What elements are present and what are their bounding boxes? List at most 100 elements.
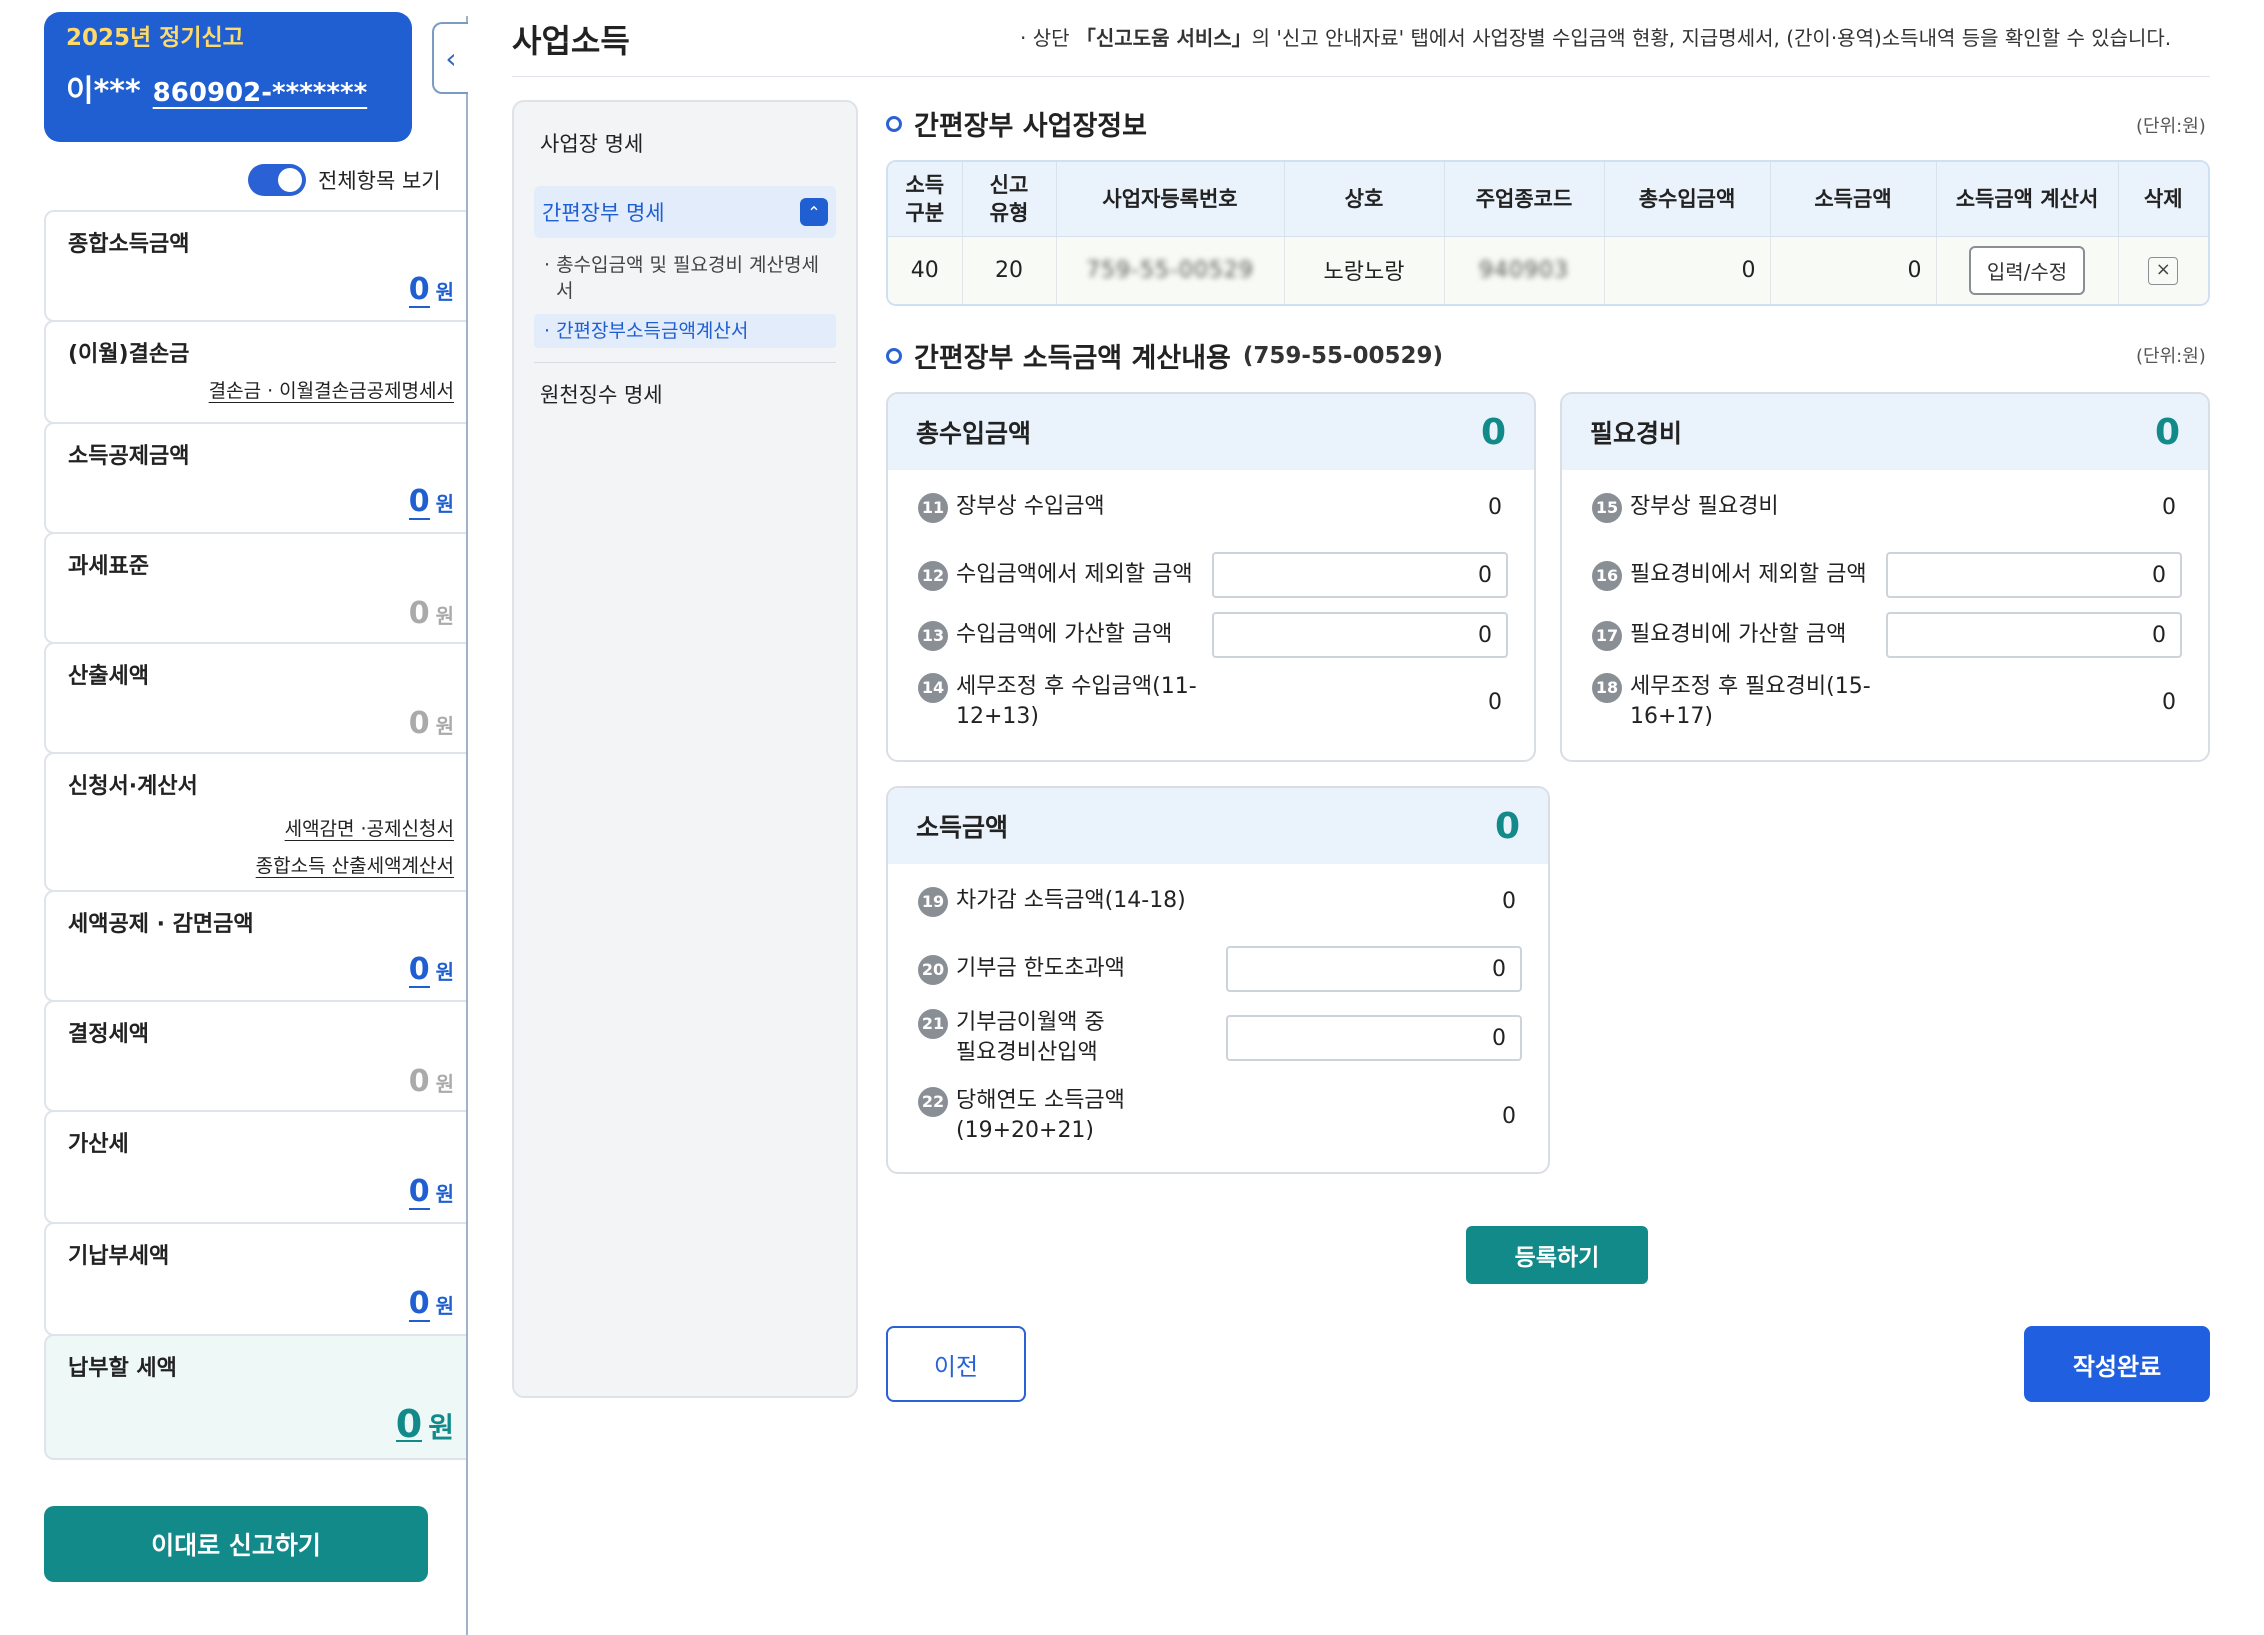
calc-row: 15 장부상 필요경비 0 (1592, 492, 2182, 523)
expense-exclusion-input[interactable] (1886, 552, 2182, 598)
col-header: 주업종코드 (1444, 162, 1605, 236)
summary-item-tax-credit: 세액공제 · 감면금액 0원 (44, 890, 468, 1002)
summary-item-calculated-tax: 산출세액 0원 (44, 642, 468, 754)
summary-value: 0원 (408, 596, 454, 631)
expense-card: 필요경비 0 15장부상 필요경비 0 16필요경비에서 제외할 금액 17필요… (1560, 392, 2210, 762)
calc-row: 16 필요경비에서 제외할 금액 (1592, 552, 2182, 598)
calc-row: 11 장부상 수입금액 0 (918, 492, 1508, 523)
summary-label: 신청서·계산서 (68, 774, 198, 799)
close-icon[interactable]: × (2148, 256, 2179, 285)
top-notice: · 상단 「신고도움 서비스」의 '신고 안내자료' 탭에서 사업장별 수입금액… (1020, 26, 2172, 50)
section-bullet-icon (886, 347, 902, 364)
card-title: 필요경비 (1590, 419, 1683, 448)
summary-value[interactable]: 0원 (395, 1405, 454, 1446)
summary-sidebar: 2025년 정기신고 이*** 860902-******* 전체항목 보기 종… (44, 12, 468, 1635)
col-header: 소득 구분 (888, 162, 963, 236)
edit-button[interactable]: 입력/수정 (1968, 245, 2086, 295)
nav-simple-ledger[interactable]: 간편장부 명세 ⌃ (534, 186, 836, 238)
nav-business-details[interactable]: 사업장 명세 (534, 120, 836, 166)
summary-item-tax-base: 과세표준 0원 (44, 532, 468, 644)
show-all-toggle-row[interactable]: 전체항목 보기 (248, 164, 441, 196)
summary-label: 과세표준 (68, 554, 149, 579)
cell-income-amount: 0 (1770, 235, 1937, 304)
col-header: 삭제 (2118, 162, 2208, 236)
summary-value[interactable]: 0원 (408, 954, 454, 988)
cell-delete: × (2118, 235, 2208, 304)
cell-total-income: 0 (1604, 235, 1771, 304)
cell-reg-no: 759-55-00529 (1056, 235, 1285, 304)
summary-label: 종합소득금액 (68, 232, 190, 257)
summary-value[interactable]: 0원 (408, 1176, 454, 1210)
loss-statement-link[interactable]: 결손금 · 이월결손금공제명세서 (209, 376, 454, 403)
collapse-sidebar-button[interactable]: ‹ (432, 22, 468, 94)
table-row: 40 20 759-55-00529 노랑노랑 940903 0 0 입력/수정… (888, 235, 2208, 304)
summary-label: 소득공제금액 (68, 444, 190, 469)
summary-item-determined-tax: 결정세액 0원 (44, 1000, 468, 1112)
summary-label: (이월)결손금 (68, 342, 190, 367)
calc-row: 17 필요경비에 가산할 금액 (1592, 612, 2182, 658)
summary-item-prepaid-tax: 기납부세액 0원 (44, 1222, 468, 1336)
tax-reduction-application-link[interactable]: 세액감면 ·공제신청서 (256, 814, 454, 841)
cell-income-type: 40 (888, 235, 963, 304)
summary-item-deduction: 소득공제금액 0원 (44, 422, 468, 534)
summary-item-applications: 신청서·계산서 세액감면 ·공제신청서 종합소득 산출세액계산서 (44, 752, 468, 892)
summary-item-total-income: 종합소득금액 0원 (44, 210, 468, 322)
unit-note: (단위:원) (2136, 346, 2206, 367)
income-card: 소득금액 0 19차가감 소득금액(14-18) 0 20기부금 한도초과액 2… (886, 786, 1550, 1174)
summary-item-loss: (이월)결손금 결손금 · 이월결손금공제명세서 (44, 320, 468, 424)
page-title: 사업소득 (512, 22, 630, 60)
cell-company: 노랑노랑 (1284, 235, 1445, 304)
col-header: 총수입금액 (1604, 162, 1771, 236)
prev-button[interactable]: 이전 (886, 1326, 1026, 1402)
col-header: 소득금액 계산서 (1936, 162, 2119, 236)
calc-row: 19 차가감 소득금액(14-18) 0 (918, 886, 1522, 917)
complete-button[interactable]: 작성완료 (2024, 1326, 2210, 1402)
nav-income-calculation[interactable]: · 간편장부소득금액계산서 (534, 314, 836, 348)
cell-edit: 입력/수정 (1936, 235, 2119, 304)
calc-row: 12 수입금액에서 제외할 금액 (918, 552, 1508, 598)
show-all-toggle[interactable] (248, 164, 306, 196)
user-name: 이*** (66, 74, 141, 109)
expense-addition-input[interactable] (1886, 612, 2182, 658)
summary-value: 0원 (408, 706, 454, 741)
register-button[interactable]: 등록하기 (1466, 1226, 1648, 1284)
filing-label: 2025년 정기신고 (66, 25, 244, 51)
section-bullet-icon (886, 115, 902, 132)
biz-info-table: 소득 구분 신고 유형 사업자등록번호 상호 주업종코드 총수입금액 소득금액 소득… (886, 160, 2210, 306)
nav-simple-ledger-label: 간편장부 명세 (542, 201, 665, 225)
col-header: 상호 (1284, 162, 1445, 236)
cell-report-type: 20 (962, 235, 1057, 304)
summary-label: 기납부세액 (68, 1244, 170, 1269)
card-title: 총수입금액 (916, 419, 1032, 448)
summary-label: 가산세 (68, 1132, 129, 1157)
revenue-card: 총수입금액 0 11장부상 수입금액 0 12수입금액에서 제외할 금액 13수… (886, 392, 1536, 762)
revenue-addition-input[interactable] (1212, 612, 1508, 658)
unit-note: (단위:원) (2136, 116, 2206, 137)
calc-row: 22 당해연도 소득금액 (19+20+21) 0 (918, 1086, 1522, 1146)
card-total: 0 (2154, 411, 2180, 453)
user-card: 2025년 정기신고 이*** 860902-******* (44, 12, 412, 142)
nav-withholding-details[interactable]: 원천징수 명세 (534, 371, 836, 417)
tax-calculation-statement-link[interactable]: 종합소득 산출세액계산서 (256, 851, 454, 878)
summary-label: 결정세액 (68, 1022, 149, 1047)
col-header: 사업자등록번호 (1056, 162, 1285, 236)
biz-section-title: 간편장부 사업장정보 (886, 104, 1147, 143)
summary-value: 0원 (408, 1064, 454, 1099)
revenue-exclusion-input[interactable] (1212, 552, 1508, 598)
summary-label: 납부할 세액 (68, 1356, 177, 1381)
donation-excess-input[interactable] (1226, 946, 1522, 992)
calc-section-title: 간편장부 소득금액 계산내용 (759-55-00529) (886, 336, 1443, 375)
summary-value[interactable]: 0원 (408, 486, 454, 520)
nav-revenue-expense-statement[interactable]: · 총수입금액 및 필요경비 계산명세서 (534, 238, 836, 304)
calc-row: 18 세무조정 후 필요경비(15- 16+17) 0 (1592, 672, 2182, 732)
submit-report-button[interactable]: 이대로 신고하기 (44, 1506, 428, 1582)
user-ssn: 860902-******* (152, 78, 368, 108)
donation-carryover-input[interactable] (1226, 1015, 1522, 1061)
summary-value[interactable]: 0원 (408, 1288, 454, 1322)
col-header: 신고 유형 (962, 162, 1057, 236)
summary-value[interactable]: 0원 (408, 274, 454, 308)
col-header: 소득금액 (1770, 162, 1937, 236)
chevron-up-icon[interactable]: ⌃ (800, 198, 828, 226)
show-all-label: 전체항목 보기 (318, 169, 441, 193)
summary-item-penalty-tax: 가산세 0원 (44, 1110, 468, 1224)
